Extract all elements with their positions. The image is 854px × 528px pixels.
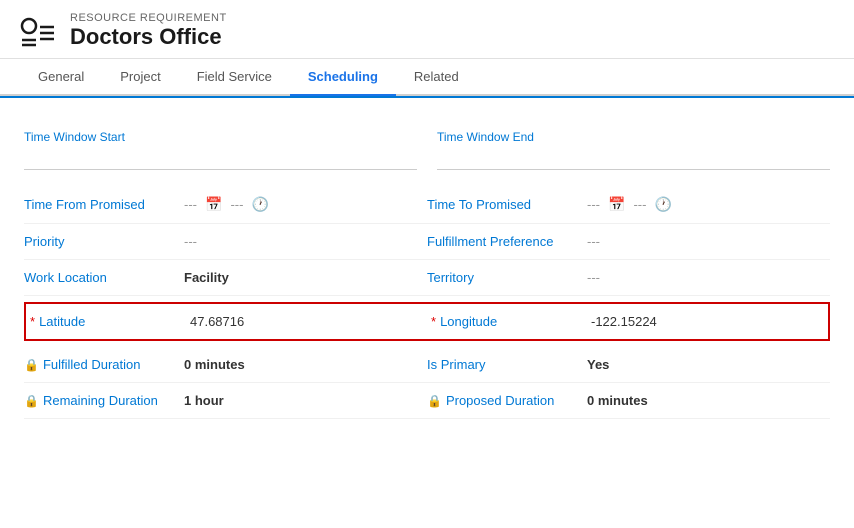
header-text-block: RESOURCE REQUIREMENT Doctors Office [70, 12, 227, 50]
fulfillment-pref-label: Fulfillment Preference [427, 234, 587, 249]
fulfilled-duration-label: 🔒Fulfilled Duration [24, 357, 184, 372]
work-location-row: Work Location Facility [24, 260, 427, 296]
time-from-promised-row: Time From Promised --- 📅 --- 🕐 [24, 186, 427, 224]
remaining-lock-icon: 🔒 [24, 394, 39, 408]
longitude-row: *Longitude -122.15224 [427, 304, 828, 339]
time-window-start-label: Time Window Start [24, 130, 417, 144]
tab-bar: General Project Field Service Scheduling… [0, 59, 854, 96]
is-primary-row: Is Primary Yes [427, 347, 830, 383]
remaining-duration-label: 🔒Remaining Duration [24, 393, 184, 408]
bottom-fields: 🔒Fulfilled Duration 0 minutes Is Primary… [24, 347, 830, 419]
page-title: Doctors Office [70, 24, 227, 50]
latitude-label: *Latitude [30, 314, 190, 329]
is-primary-value: Yes [587, 357, 609, 372]
work-location-label: Work Location [24, 270, 184, 285]
time-to-promised-label: Time To Promised [427, 197, 587, 212]
time-window-start-input[interactable] [24, 148, 417, 170]
time-from-clock-icon[interactable]: 🕐 [251, 196, 268, 213]
time-from-promised-label: Time From Promised [24, 197, 184, 212]
time-from-promised-value: --- 📅 --- 🕐 [184, 196, 269, 213]
time-to-promised-value: --- 📅 --- 🕐 [587, 196, 672, 213]
fulfilled-lock-icon: 🔒 [24, 358, 39, 372]
time-window-end-field: Time Window End [437, 130, 830, 170]
time-to-time: --- [633, 197, 646, 212]
longitude-required: * [431, 314, 436, 329]
priority-value: --- [184, 234, 197, 249]
scheduling-content: Time Window Start Time Window End Time F… [0, 110, 854, 439]
resource-requirement-label: RESOURCE REQUIREMENT [70, 12, 227, 24]
tab-general[interactable]: General [20, 59, 102, 96]
fields-grid: Time From Promised --- 📅 --- 🕐 Time To P… [24, 186, 830, 296]
time-to-promised-row: Time To Promised --- 📅 --- 🕐 [427, 186, 830, 224]
fulfillment-pref-value: --- [587, 234, 600, 249]
time-window-section: Time Window Start Time Window End [24, 130, 830, 174]
lat-long-section: *Latitude 47.68716 *Longitude -122.15224 [24, 302, 830, 341]
tab-related[interactable]: Related [396, 59, 477, 96]
time-window-end-input[interactable] [437, 148, 830, 170]
remaining-duration-row: 🔒Remaining Duration 1 hour [24, 383, 427, 419]
territory-row: Territory --- [427, 260, 830, 296]
tab-project[interactable]: Project [102, 59, 178, 96]
time-window-start-field: Time Window Start [24, 130, 417, 170]
remaining-duration-value: 1 hour [184, 393, 224, 408]
fulfillment-pref-row: Fulfillment Preference --- [427, 224, 830, 260]
time-to-clock-icon[interactable]: 🕐 [654, 196, 671, 213]
is-primary-label: Is Primary [427, 357, 587, 372]
territory-label: Territory [427, 270, 587, 285]
proposed-duration-value: 0 minutes [587, 393, 648, 408]
latitude-value: 47.68716 [190, 314, 244, 329]
time-window-end-label: Time Window End [437, 130, 830, 144]
time-from-time: --- [230, 197, 243, 212]
territory-value: --- [587, 270, 600, 285]
proposed-duration-label: 🔒Proposed Duration [427, 393, 587, 408]
time-to-date: --- [587, 197, 600, 212]
work-location-value: Facility [184, 270, 229, 285]
time-to-calendar-icon[interactable]: 📅 [608, 196, 625, 213]
fulfilled-duration-value: 0 minutes [184, 357, 245, 372]
longitude-value: -122.15224 [591, 314, 657, 329]
tab-scheduling[interactable]: Scheduling [290, 59, 396, 96]
time-from-date: --- [184, 197, 197, 212]
page-header: RESOURCE REQUIREMENT Doctors Office [0, 0, 854, 59]
proposed-duration-row: 🔒Proposed Duration 0 minutes [427, 383, 830, 419]
fulfilled-duration-row: 🔒Fulfilled Duration 0 minutes [24, 347, 427, 383]
time-from-calendar-icon[interactable]: 📅 [205, 196, 222, 213]
latitude-row: *Latitude 47.68716 [26, 304, 427, 339]
resource-requirement-icon [20, 13, 56, 49]
longitude-label: *Longitude [431, 314, 591, 329]
priority-row: Priority --- [24, 224, 427, 260]
latitude-required: * [30, 314, 35, 329]
tab-field-service[interactable]: Field Service [179, 59, 290, 96]
proposed-lock-icon: 🔒 [427, 394, 442, 408]
priority-label: Priority [24, 234, 184, 249]
